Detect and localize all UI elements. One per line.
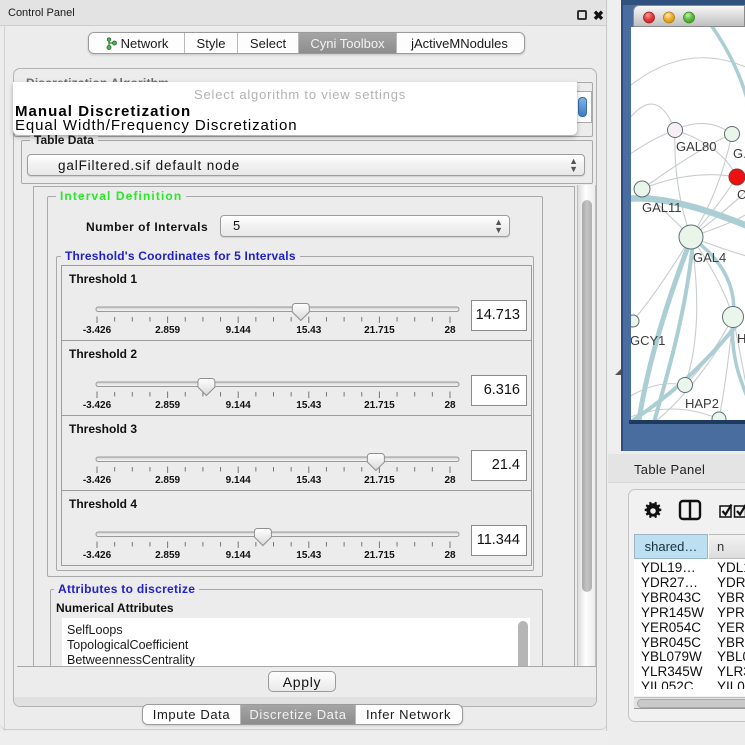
- svg-text:15.43: 15.43: [296, 325, 321, 336]
- svg-text:15.43: 15.43: [296, 550, 321, 561]
- svg-text:-3.426: -3.426: [83, 325, 112, 336]
- svg-text:15.43: 15.43: [296, 400, 321, 411]
- svg-text:28: 28: [444, 550, 456, 561]
- svg-text:H: H: [737, 331, 745, 346]
- svg-text:GAL4: GAL4: [693, 250, 726, 265]
- svg-text:GCY1: GCY1: [631, 333, 665, 348]
- svg-text:2.859: 2.859: [155, 400, 180, 411]
- svg-text:9.144: 9.144: [226, 325, 251, 336]
- svg-text:21.715: 21.715: [364, 550, 395, 561]
- svg-text:-3.426: -3.426: [83, 475, 112, 486]
- svg-text:-3.426: -3.426: [83, 550, 112, 561]
- svg-text:15.43: 15.43: [296, 475, 321, 486]
- svg-text:28: 28: [444, 325, 456, 336]
- svg-text:G.: G.: [733, 146, 745, 161]
- svg-text:28: 28: [444, 475, 456, 486]
- svg-text:9.144: 9.144: [226, 550, 251, 561]
- svg-text:9.144: 9.144: [226, 475, 251, 486]
- svg-text:GAL11: GAL11: [642, 200, 682, 215]
- svg-text:2.859: 2.859: [155, 325, 180, 336]
- svg-text:2.859: 2.859: [155, 550, 180, 561]
- svg-text:21.715: 21.715: [364, 475, 395, 486]
- svg-text:-3.426: -3.426: [83, 400, 112, 411]
- svg-text:GAL80: GAL80: [676, 139, 716, 154]
- svg-text:2.859: 2.859: [155, 475, 180, 486]
- svg-text:21.715: 21.715: [364, 325, 395, 336]
- svg-text:21.715: 21.715: [364, 400, 395, 411]
- svg-text:28: 28: [444, 400, 456, 411]
- svg-text:C: C: [737, 187, 745, 202]
- svg-text:HAP2: HAP2: [685, 396, 719, 411]
- svg-text:9.144: 9.144: [226, 400, 251, 411]
